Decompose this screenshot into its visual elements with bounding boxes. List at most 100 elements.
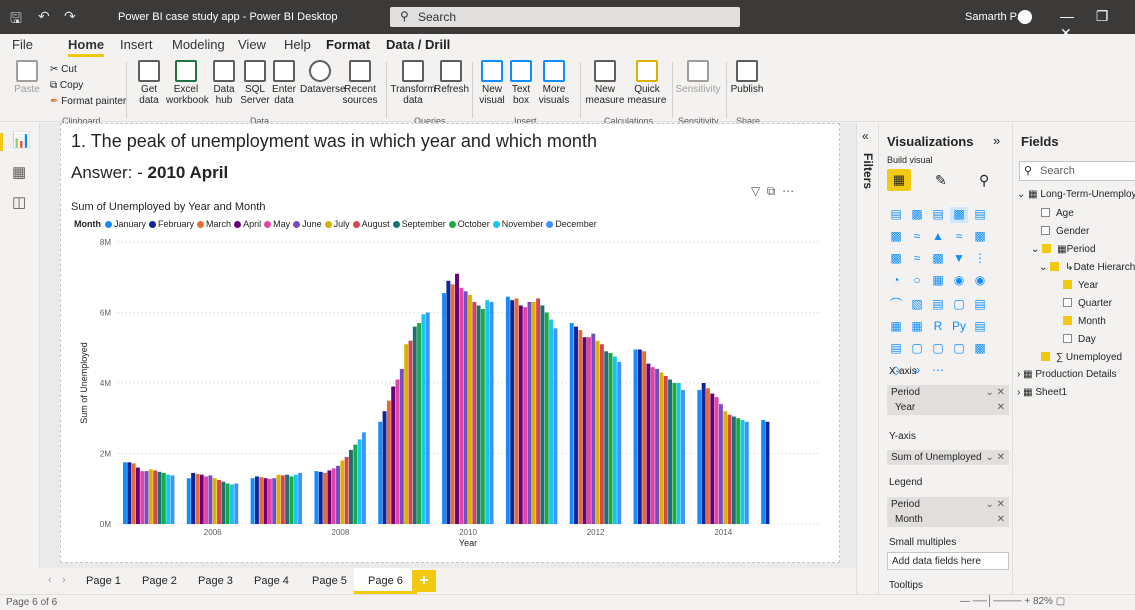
- visual-type-icon[interactable]: ◉: [971, 273, 989, 289]
- field-quarter[interactable]: Quarter: [1063, 298, 1112, 309]
- build-visual-tab[interactable]: ▦: [887, 169, 911, 191]
- save-icon[interactable]: 🖫: [10, 8, 22, 32]
- tab-page-2[interactable]: Page 2: [128, 568, 191, 594]
- tab-scroll-left-icon[interactable]: ‹: [48, 574, 52, 586]
- field-date-hierarchy[interactable]: ⌄ ↳Date Hierarchy: [1039, 262, 1135, 273]
- visual-type-icon[interactable]: ⋮: [971, 251, 989, 267]
- x-axis-field-year[interactable]: Year ✕: [887, 400, 1009, 415]
- legend-item[interactable]: February: [149, 219, 194, 229]
- visual-type-icon[interactable]: ▤: [887, 341, 905, 357]
- legend-item[interactable]: June: [293, 219, 322, 229]
- y-axis-field[interactable]: Sum of Unemployed ⌄ ✕: [887, 450, 1009, 465]
- visual-type-icon[interactable]: ▤: [929, 297, 947, 313]
- visual-type-icon[interactable]: ▤: [971, 207, 989, 223]
- legend-item[interactable]: August: [352, 219, 390, 229]
- visual-type-icon[interactable]: ▩: [929, 251, 947, 267]
- menu-format[interactable]: Format: [326, 37, 370, 52]
- paste-button[interactable]: Paste: [14, 60, 40, 95]
- remove-field-icon[interactable]: ✕: [997, 514, 1005, 525]
- menu-view[interactable]: View: [238, 37, 266, 52]
- legend-item[interactable]: October: [448, 219, 490, 229]
- tab-page-5[interactable]: Page 5: [298, 568, 361, 594]
- visual-type-icon[interactable]: ○: [908, 273, 926, 289]
- new-visual-button[interactable]: New visual: [478, 60, 506, 106]
- visual-type-icon[interactable]: ▧: [908, 297, 926, 313]
- table-long-term-unemployment[interactable]: ⌄ ▦ Long-Term-Unemploy...: [1017, 189, 1135, 200]
- checkbox[interactable]: [1063, 334, 1072, 343]
- collapse-icon[interactable]: »: [993, 133, 1000, 148]
- visual-type-icon[interactable]: ▢: [950, 341, 968, 357]
- format-visual-tab[interactable]: ✎: [935, 172, 947, 189]
- visual-type-icon[interactable]: ◉: [950, 273, 968, 289]
- more-options-icon[interactable]: ⋯: [782, 184, 794, 198]
- visual-type-icon[interactable]: ⋯: [929, 363, 947, 379]
- quick-measure-button[interactable]: Quick measure: [626, 60, 668, 106]
- menu-home[interactable]: Home: [68, 37, 105, 57]
- remove-field-icon[interactable]: ⌄ ✕: [985, 387, 1005, 398]
- visual-type-icon[interactable]: ▲: [929, 229, 947, 245]
- menu-help[interactable]: Help: [284, 37, 311, 52]
- visual-type-icon[interactable]: ▩: [887, 251, 905, 267]
- dataverse-button[interactable]: Dataverse: [300, 60, 346, 95]
- expand-filters-icon[interactable]: «: [862, 129, 869, 143]
- field-age[interactable]: Age: [1041, 208, 1074, 219]
- visual-type-icon[interactable]: ≈: [908, 251, 926, 267]
- visual-type-icon[interactable]: ▦: [929, 273, 947, 289]
- visual-type-icon[interactable]: ≈: [908, 229, 926, 245]
- tab-page-4[interactable]: Page 4: [240, 568, 303, 594]
- cut-button[interactable]: ✂ Cut: [50, 64, 77, 75]
- tab-page-6[interactable]: Page 6: [354, 568, 417, 594]
- restore-icon[interactable]: ❐: [1096, 8, 1109, 25]
- legend-field-month[interactable]: Month ✕: [887, 512, 1009, 527]
- data-view-icon[interactable]: ▦: [12, 163, 26, 181]
- visual-type-icon[interactable]: ▢: [908, 341, 926, 357]
- legend-item[interactable]: April: [234, 219, 261, 229]
- visual-type-icon[interactable]: ▤: [929, 207, 947, 223]
- legend-field-period[interactable]: Period ⌄ ✕: [887, 497, 1009, 512]
- checkbox[interactable]: [1041, 352, 1050, 361]
- excel-workbook-button[interactable]: Excel workbook: [166, 60, 209, 106]
- remove-field-icon[interactable]: ⌄ ✕: [985, 452, 1005, 463]
- visual-type-icon[interactable]: ▩: [971, 341, 989, 357]
- focus-mode-icon[interactable]: ⧉: [767, 184, 776, 198]
- legend-item[interactable]: July: [324, 219, 350, 229]
- checkbox[interactable]: [1041, 208, 1050, 217]
- small-multiples-well[interactable]: Add data fields here: [887, 552, 1009, 570]
- remove-field-icon[interactable]: ⌄ ✕: [985, 499, 1005, 510]
- visual-type-icon[interactable]: ▦: [908, 319, 926, 335]
- model-view-icon[interactable]: ◫: [12, 193, 26, 211]
- fields-search-input[interactable]: ⚲ Search: [1019, 161, 1135, 181]
- remove-field-icon[interactable]: ✕: [997, 402, 1005, 413]
- undo-icon[interactable]: ↶: [38, 8, 50, 25]
- format-painter-button[interactable]: ✒ Format painter: [50, 96, 126, 107]
- menu-insert[interactable]: Insert: [120, 37, 153, 52]
- analytics-tab[interactable]: ⚲: [979, 172, 989, 189]
- visual-type-icon[interactable]: ◔: [887, 273, 905, 289]
- bar-chart-visual[interactable]: 0M 2M 4M 6M 8M 2006 2008 2010 2012 2014 Year Sum of…: [67, 199, 837, 554]
- field-unemployed[interactable]: ∑ Unemployed: [1041, 352, 1122, 363]
- publish-button[interactable]: Publish: [730, 60, 764, 95]
- visual-type-icon[interactable]: ▩: [971, 229, 989, 245]
- avatar[interactable]: [1018, 10, 1032, 24]
- redo-icon[interactable]: ↷: [64, 8, 76, 25]
- get-data-button[interactable]: Get data: [132, 60, 166, 106]
- checkbox[interactable]: [1063, 280, 1072, 289]
- visual-type-icon[interactable]: ▤: [971, 297, 989, 313]
- visual-type-icon[interactable]: ▦: [887, 319, 905, 335]
- visual-type-icon[interactable]: ≈: [950, 229, 968, 245]
- report-view-icon[interactable]: 📊: [12, 131, 31, 149]
- field-year[interactable]: Year: [1063, 280, 1098, 291]
- legend-item[interactable]: March: [197, 219, 231, 229]
- legend-item[interactable]: December: [546, 219, 597, 229]
- table-sheet1[interactable]: › ▦ Sheet1: [1017, 387, 1067, 398]
- menu-data-drill[interactable]: Data / Drill: [386, 37, 450, 52]
- data-hub-button[interactable]: Data hub: [208, 60, 240, 106]
- filters-pane[interactable]: « Filters: [856, 123, 878, 594]
- visual-type-icon[interactable]: R: [929, 319, 947, 335]
- menu-file[interactable]: File: [12, 37, 33, 52]
- filter-icon[interactable]: ▽: [751, 184, 760, 198]
- recent-sources-button[interactable]: Recent sources: [342, 60, 378, 106]
- checkbox[interactable]: [1063, 298, 1072, 307]
- visual-type-icon[interactable]: ▢: [929, 341, 947, 357]
- checkbox[interactable]: [1041, 226, 1050, 235]
